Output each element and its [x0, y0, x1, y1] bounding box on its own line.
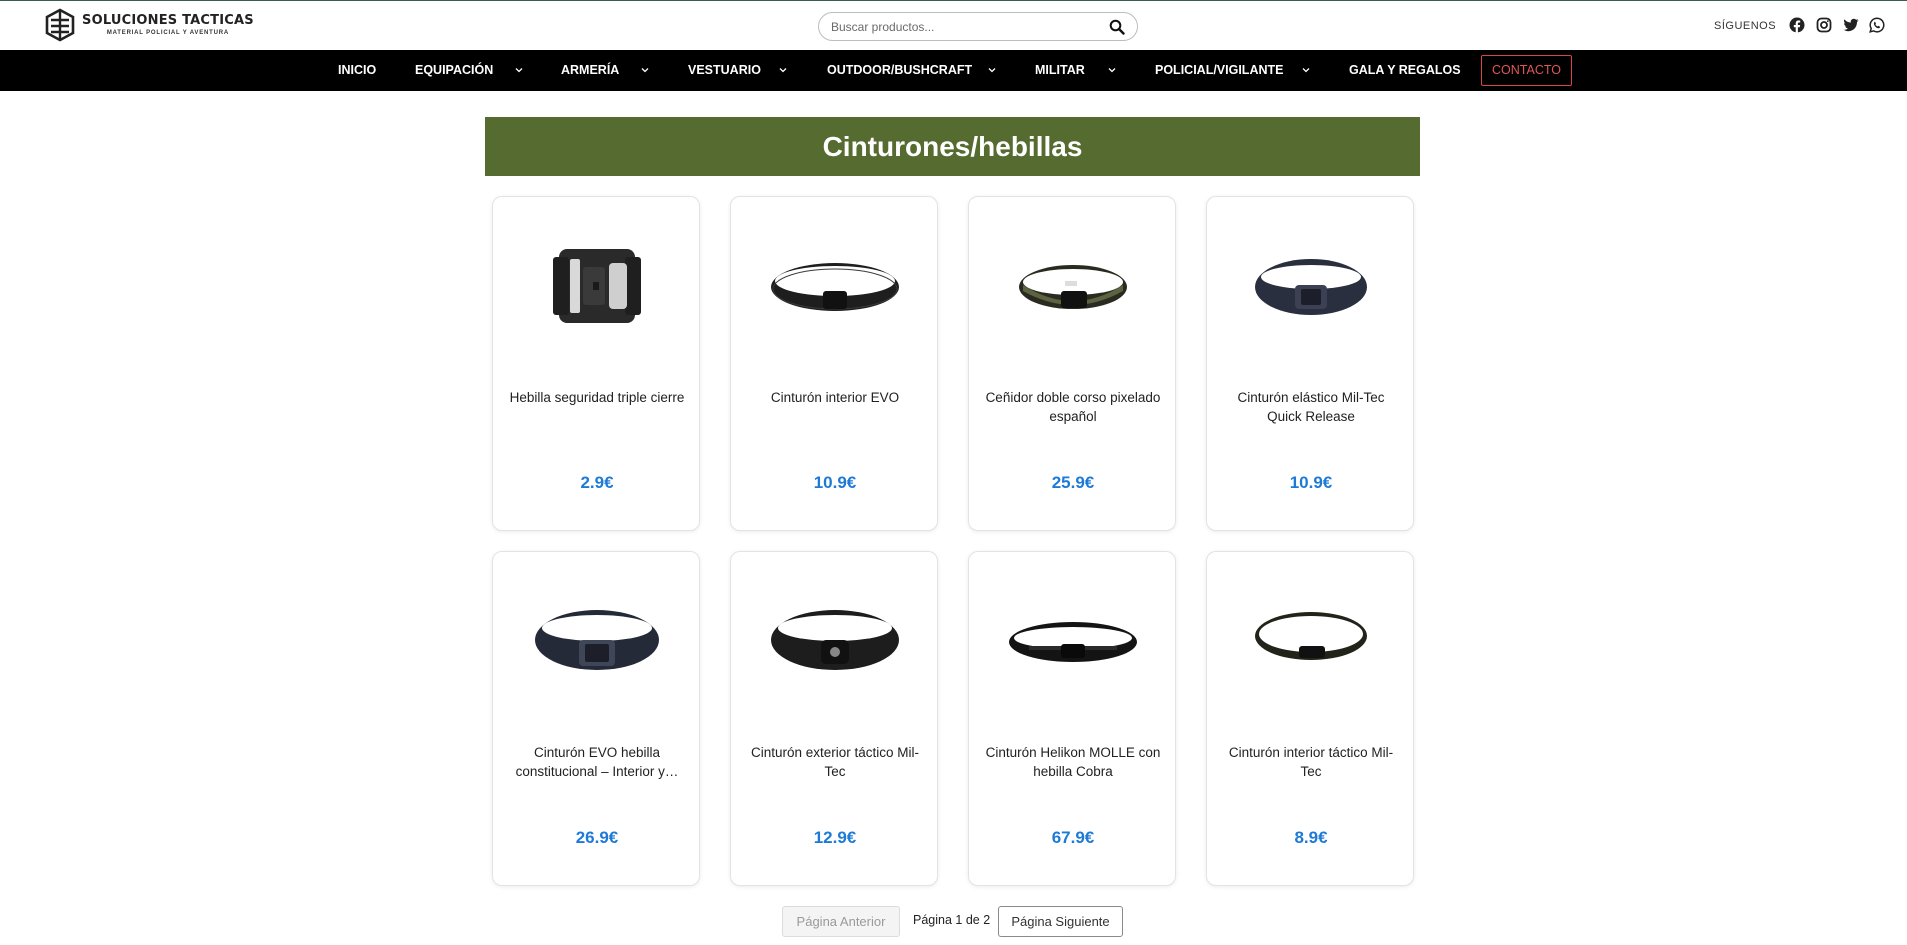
- chevron-down-icon[interactable]: [779, 67, 787, 73]
- product-name[interactable]: Cinturón Helikon MOLLE con hebilla Cobra: [981, 743, 1165, 781]
- search-input[interactable]: [831, 17, 1101, 37]
- chevron-down-icon[interactable]: [1108, 67, 1116, 73]
- product-image-belt[interactable]: [513, 582, 681, 702]
- main-nav: INICIO EQUIPACIÓN ARMERÍA VESTUARIO OUTD…: [0, 50, 1907, 91]
- nav-item-policial-vigilante[interactable]: POLICIAL/VIGILANTE: [1155, 50, 1283, 91]
- product-name[interactable]: Cinturón elástico Mil-Tec Quick Release: [1219, 388, 1403, 426]
- nav-item-gala-regalos[interactable]: GALA Y REGALOS: [1349, 50, 1461, 91]
- product-price: 10.9€: [813, 473, 857, 492]
- product-price: 26.9€: [575, 828, 619, 847]
- product-image-belt[interactable]: [751, 582, 919, 702]
- facebook-icon[interactable]: [1789, 17, 1805, 33]
- product-card[interactable]: Cinturón elástico Mil-Tec Quick Release …: [1206, 196, 1414, 531]
- product-image-belt[interactable]: [1227, 227, 1395, 347]
- product-price: 25.9€: [1051, 473, 1095, 492]
- product-price: 10.9€: [1289, 473, 1333, 492]
- product-card[interactable]: Cinturón interior táctico Mil-Tec 8.9€: [1206, 551, 1414, 886]
- previous-page-button[interactable]: Página Anterior: [782, 906, 900, 937]
- contact-button[interactable]: CONTACTO: [1481, 55, 1572, 86]
- product-image-buckle[interactable]: [513, 227, 681, 347]
- product-name[interactable]: Cinturón interior táctico Mil-Tec: [1219, 743, 1403, 781]
- product-image-belt[interactable]: [751, 227, 919, 347]
- site-logo[interactable]: SOLUCIONES TACTICAS MATERIAL POLICIAL Y …: [44, 8, 254, 42]
- product-price: 8.9€: [1294, 828, 1328, 847]
- product-price: 2.9€: [580, 473, 614, 492]
- product-image-belt[interactable]: [989, 227, 1157, 347]
- logo-mark-icon: [45, 8, 75, 42]
- product-name[interactable]: Ceñidor doble corso pixelado español: [981, 388, 1165, 426]
- product-name[interactable]: Cinturón exterior táctico Mil-Tec: [743, 743, 927, 781]
- product-card[interactable]: Cinturón EVO hebilla constitucional – In…: [492, 551, 700, 886]
- product-image-belt[interactable]: [989, 582, 1157, 702]
- product-name[interactable]: Hebilla seguridad triple cierre: [505, 388, 689, 407]
- search-bar: [818, 12, 1138, 41]
- chevron-down-icon[interactable]: [988, 67, 996, 73]
- chevron-down-icon[interactable]: [1302, 67, 1310, 73]
- product-card[interactable]: Cinturón Helikon MOLLE con hebilla Cobra…: [968, 551, 1176, 886]
- twitter-icon[interactable]: [1843, 17, 1859, 33]
- search-icon[interactable]: [1109, 19, 1125, 35]
- product-card[interactable]: Ceñidor doble corso pixelado español 25.…: [968, 196, 1176, 531]
- product-price: 12.9€: [813, 828, 857, 847]
- product-price: 67.9€: [1051, 828, 1095, 847]
- category-title: Cinturones/hebillas: [485, 117, 1420, 176]
- nav-item-vestuario[interactable]: VESTUARIO: [688, 50, 761, 91]
- next-page-button[interactable]: Página Siguiente: [998, 906, 1123, 937]
- instagram-icon[interactable]: [1816, 17, 1832, 33]
- nav-item-inicio[interactable]: INICIO: [338, 50, 376, 91]
- chevron-down-icon[interactable]: [641, 67, 649, 73]
- logo-title: SOLUCIONES TACTICAS: [82, 13, 254, 28]
- whatsapp-icon[interactable]: [1869, 17, 1885, 33]
- chevron-down-icon[interactable]: [515, 67, 523, 73]
- product-card[interactable]: Hebilla seguridad triple cierre 2.9€: [492, 196, 700, 531]
- product-name[interactable]: Cinturón EVO hebilla constitucional – In…: [505, 743, 689, 781]
- nav-item-outdoor-bushcraft[interactable]: OUTDOOR/BUSHCRAFT: [827, 50, 972, 91]
- product-card[interactable]: Cinturón interior EVO 10.9€: [730, 196, 938, 531]
- product-card[interactable]: Cinturón exterior táctico Mil-Tec 12.9€: [730, 551, 938, 886]
- product-name[interactable]: Cinturón interior EVO: [743, 388, 927, 407]
- logo-subtitle: MATERIAL POLICIAL Y AVENTURA: [106, 30, 229, 36]
- page-indicator: Página 1 de 2: [913, 913, 991, 927]
- follow-label: SÍGUENOS: [1714, 20, 1777, 32]
- top-header: SOLUCIONES TACTICAS MATERIAL POLICIAL Y …: [0, 0, 1907, 50]
- nav-item-militar[interactable]: MILITAR: [1035, 50, 1085, 91]
- nav-item-armeria[interactable]: ARMERÍA: [561, 50, 619, 91]
- nav-item-equipacion[interactable]: EQUIPACIÓN: [415, 50, 493, 91]
- product-image-belt[interactable]: [1227, 582, 1395, 702]
